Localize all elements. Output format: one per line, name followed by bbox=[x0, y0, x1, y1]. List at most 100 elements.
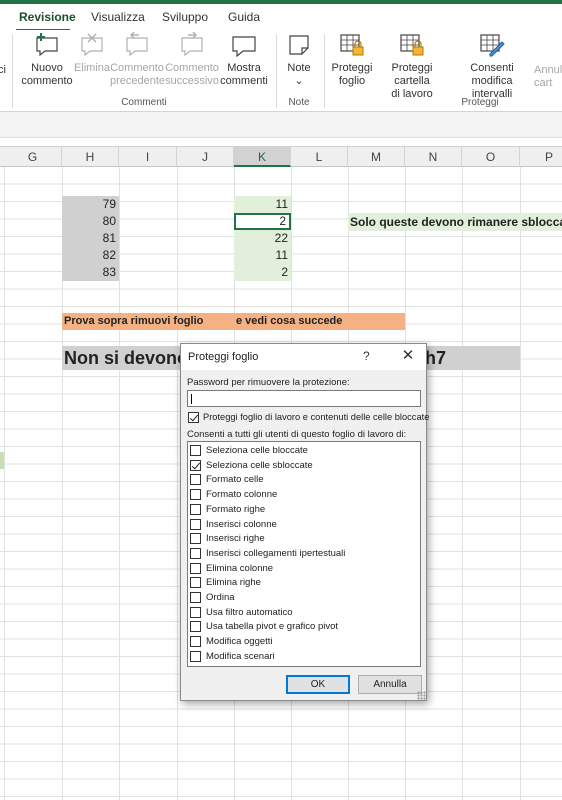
column-header-h[interactable]: H bbox=[62, 147, 119, 167]
permission-checkbox[interactable] bbox=[190, 621, 201, 633]
allow-edit-ranges-icon bbox=[480, 34, 505, 57]
tab-guida[interactable]: Guida bbox=[228, 10, 260, 24]
permissions-list[interactable]: Seleziona celle bloccate Seleziona celle … bbox=[187, 441, 421, 667]
permission-label: Formato colonne bbox=[206, 489, 278, 501]
protect-workbook-button[interactable]: Proteggi cartella di lavoro bbox=[373, 32, 451, 101]
permission-option[interactable]: Formato colonne bbox=[188, 488, 424, 503]
column-headers: G H I J K L M N O P bbox=[0, 147, 562, 167]
permission-label: Seleziona celle sbloccate bbox=[206, 459, 313, 471]
permission-option[interactable]: Elimina colonne bbox=[188, 562, 424, 577]
show-comments-button[interactable]: Mostra commenti bbox=[219, 32, 269, 88]
collapsed-area bbox=[0, 112, 562, 138]
column-header-o[interactable]: O bbox=[462, 147, 520, 167]
tab-sviluppo[interactable]: Sviluppo bbox=[162, 10, 208, 24]
protect-workbook-icon bbox=[400, 34, 424, 56]
column-header-j[interactable]: J bbox=[177, 147, 234, 167]
allow-edit-ranges-label-1: Consenti bbox=[470, 62, 514, 74]
permission-option[interactable]: Ordina bbox=[188, 591, 424, 606]
previous-comment-label-1: Commento bbox=[110, 62, 164, 74]
protect-contents-checkbox[interactable] bbox=[188, 412, 199, 423]
column-header-k[interactable]: K bbox=[234, 147, 291, 167]
column-header-g[interactable]: G bbox=[4, 147, 62, 167]
close-icon[interactable]: ✕ bbox=[398, 346, 418, 366]
unshare-workbook-button[interactable]: Annul cart bbox=[534, 64, 562, 90]
permission-checkbox[interactable] bbox=[190, 636, 201, 648]
permission-checkbox[interactable] bbox=[190, 650, 201, 662]
permission-label: Usa tabella pivot e grafico pivot bbox=[206, 621, 339, 633]
show-comments-icon bbox=[232, 36, 256, 58]
show-comments-label-1: Mostra bbox=[227, 62, 261, 74]
column-header-m[interactable]: M bbox=[348, 147, 405, 167]
cell-k[interactable]: 2 bbox=[234, 264, 291, 281]
cell-k[interactable]: 22 bbox=[234, 230, 291, 247]
new-comment-button[interactable]: Nuovo commento bbox=[18, 32, 76, 88]
note-icon bbox=[289, 35, 309, 55]
next-comment-button[interactable]: Commento successivo bbox=[164, 32, 220, 88]
cell-h[interactable]: 80 bbox=[62, 213, 119, 230]
permission-label: Formato celle bbox=[206, 474, 264, 486]
permission-checkbox[interactable] bbox=[190, 547, 201, 559]
cell-k[interactable]: 11 bbox=[234, 196, 291, 213]
permission-checkbox[interactable] bbox=[190, 445, 201, 456]
permission-checkbox[interactable] bbox=[190, 503, 201, 515]
permission-checkbox[interactable] bbox=[190, 489, 201, 501]
permission-checkbox[interactable] bbox=[190, 459, 201, 471]
column-header-p[interactable]: P bbox=[520, 147, 562, 167]
ok-button[interactable]: OK bbox=[286, 675, 350, 694]
permission-option[interactable]: Inserisci righe bbox=[188, 532, 424, 547]
active-cell-k[interactable]: 2 bbox=[234, 213, 291, 230]
permission-checkbox[interactable] bbox=[190, 577, 201, 589]
permission-option[interactable]: Seleziona celle bloccate bbox=[188, 444, 424, 459]
allow-edit-ranges-button[interactable]: Consenti modifica intervalli bbox=[450, 32, 534, 101]
permission-option[interactable]: Usa tabella pivot e grafico pivot bbox=[188, 620, 424, 635]
cell-h[interactable]: 79 bbox=[62, 196, 119, 213]
permission-option[interactable]: Formato righe bbox=[188, 503, 424, 518]
help-icon[interactable]: ? bbox=[363, 349, 370, 363]
next-comment-label-1: Commento bbox=[165, 62, 219, 74]
unlocked-note-cell[interactable]: Solo queste devono rimanere sbloccate bbox=[348, 213, 562, 231]
notes-label: Note bbox=[287, 62, 311, 74]
permission-option[interactable]: Inserisci colonne bbox=[188, 518, 424, 533]
cell-k[interactable]: 11 bbox=[234, 247, 291, 264]
permission-checkbox[interactable] bbox=[190, 518, 201, 530]
column-header-n[interactable]: N bbox=[405, 147, 462, 167]
tab-visualizza[interactable]: Visualizza bbox=[91, 10, 145, 24]
permission-option[interactable]: Usa filtro automatico bbox=[188, 606, 424, 621]
column-header-l[interactable]: L bbox=[291, 147, 348, 167]
protect-contents-label: Proteggi foglio di lavoro e contenuti de… bbox=[203, 412, 430, 422]
notes-button[interactable]: Note ⌄ bbox=[282, 32, 316, 88]
tab-revisione[interactable]: Revisione bbox=[19, 10, 76, 24]
permission-label: Modifica scenari bbox=[206, 650, 275, 662]
permission-checkbox[interactable] bbox=[190, 474, 201, 486]
permission-label: Elimina colonne bbox=[206, 562, 274, 574]
permission-option[interactable]: Formato celle bbox=[188, 473, 424, 488]
show-comments-label-2: commenti bbox=[220, 75, 268, 87]
protect-workbook-label-2: di lavoro bbox=[391, 88, 433, 100]
cell-h[interactable]: 83 bbox=[62, 264, 119, 281]
permission-checkbox[interactable] bbox=[190, 606, 201, 618]
permission-checkbox[interactable] bbox=[190, 533, 201, 545]
dialog-title-bar[interactable]: Proteggi foglio ? ✕ bbox=[181, 344, 426, 370]
column-header-i[interactable]: I bbox=[119, 147, 177, 167]
permission-option[interactable]: Inserisci collegamenti ipertestuali bbox=[188, 547, 424, 562]
permission-option[interactable]: Modifica oggetti bbox=[188, 635, 424, 650]
resize-grip-icon[interactable] bbox=[417, 691, 426, 700]
permission-option[interactable]: Elimina righe bbox=[188, 576, 424, 591]
password-input[interactable] bbox=[187, 390, 421, 407]
permission-label: Inserisci colonne bbox=[206, 518, 277, 530]
cell-h[interactable]: 81 bbox=[62, 230, 119, 247]
new-comment-label-2: commento bbox=[21, 75, 73, 87]
new-comment-label-1: Nuovo bbox=[31, 62, 63, 74]
cell-h[interactable]: 82 bbox=[62, 247, 119, 264]
previous-comment-button[interactable]: Commento precedente bbox=[110, 32, 165, 88]
permission-checkbox[interactable] bbox=[190, 592, 201, 603]
unshare-label-1: Annul bbox=[534, 64, 562, 76]
permission-option[interactable]: Seleziona celle sbloccate bbox=[188, 459, 424, 474]
delete-comment-button[interactable]: Elimina bbox=[72, 32, 112, 75]
permission-label: Usa filtro automatico bbox=[206, 606, 293, 618]
permission-option[interactable]: Modifica scenari bbox=[188, 650, 424, 665]
protect-sheet-button[interactable]: Proteggi foglio bbox=[330, 32, 374, 88]
orange-instruction-row[interactable]: Prova sopra rimuovi foglio e vedi cosa s… bbox=[62, 313, 405, 330]
permission-checkbox[interactable] bbox=[190, 562, 201, 574]
cancel-button[interactable]: Annulla bbox=[358, 675, 422, 694]
